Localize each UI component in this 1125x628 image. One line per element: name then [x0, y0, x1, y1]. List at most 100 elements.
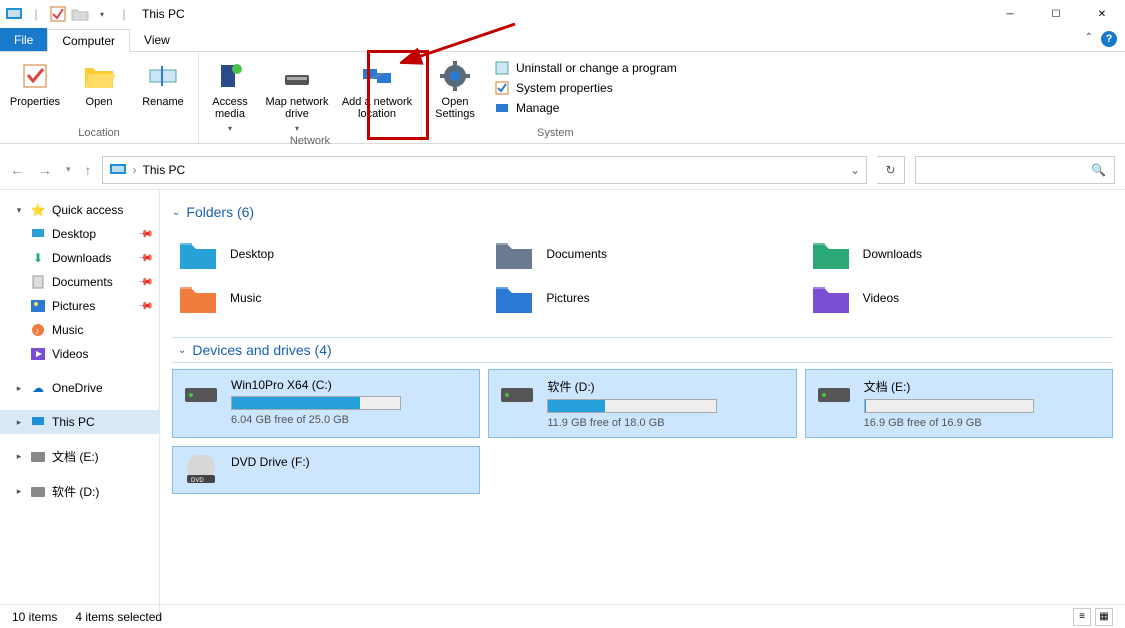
folder-label: Pictures [546, 291, 589, 305]
sidebar-item-documents[interactable]: Documents📌 [0, 270, 159, 294]
drive-name: 软件 (D:) [547, 378, 787, 395]
folder-icon [494, 237, 534, 271]
chevron-down-icon[interactable]: ▾ [14, 205, 24, 216]
drive-item[interactable]: 文档 (E:) 16.9 GB free of 16.9 GB [805, 369, 1113, 438]
drive-usage-bar [231, 396, 401, 410]
minimize-button[interactable]: ─ [987, 0, 1033, 28]
close-button[interactable]: ✕ [1079, 0, 1125, 28]
drive-free-label: 6.04 GB free of 25.0 GB [231, 414, 471, 426]
folders-header[interactable]: ⌄ Folders (6) [172, 198, 1113, 227]
add-location-button[interactable]: Add a network location [339, 56, 415, 133]
download-icon: ⬇ [30, 250, 46, 266]
properties-label: Properties [10, 96, 60, 108]
uninstall-link[interactable]: Uninstall or change a program [494, 60, 677, 76]
open-settings-button[interactable]: Open Settings [428, 56, 482, 125]
folder-label: Downloads [863, 247, 922, 261]
drive-icon: DVD [181, 455, 221, 485]
access-media-icon [214, 60, 246, 92]
system-group-label: System [428, 125, 683, 141]
properties-button[interactable]: Properties [6, 56, 64, 125]
manage-link[interactable]: Manage [494, 100, 677, 116]
network-group-label: Network [205, 133, 415, 149]
drive-name: Win10Pro X64 (C:) [231, 378, 471, 392]
map-drive-button[interactable]: Map network drive ▾ [261, 56, 333, 133]
sidebar-item-music[interactable]: ♪Music [0, 318, 159, 342]
drive-free-label: 11.9 GB free of 18.0 GB [547, 417, 787, 429]
sidebar-item-pictures[interactable]: Pictures📌 [0, 294, 159, 318]
open-settings-label: Open Settings [428, 96, 482, 120]
sidebar-item-desktop[interactable]: Desktop📌 [0, 222, 159, 246]
refresh-button[interactable]: ↻ [877, 156, 905, 184]
folder-item[interactable]: Music [178, 281, 474, 315]
ribbon-tabs: File Computer View ⌃ ? [0, 28, 1125, 52]
forward-button[interactable]: → [38, 162, 52, 178]
location-group-label: Location [6, 125, 192, 141]
sidebar-item-videos[interactable]: Videos [0, 342, 159, 366]
pin-icon: 📌 [136, 274, 153, 291]
address-bar[interactable]: › This PC ⌄ [102, 156, 867, 184]
qat-folder-icon[interactable] [70, 4, 90, 24]
music-icon: ♪ [30, 322, 46, 338]
chevron-right-icon[interactable]: ▸ [14, 451, 24, 462]
system-links: Uninstall or change a program System pro… [488, 56, 683, 125]
drive-item[interactable]: 软件 (D:) 11.9 GB free of 18.0 GB [488, 369, 796, 438]
cloud-icon: ☁ [30, 380, 46, 396]
sidebar-item-downloads[interactable]: ⬇Downloads📌 [0, 246, 159, 270]
pin-icon: 📌 [136, 250, 153, 267]
recent-dropdown[interactable]: ▾ [66, 164, 71, 175]
folder-item[interactable]: Desktop [178, 237, 474, 271]
drive-name: 文档 (E:) [864, 378, 1104, 395]
drive-item[interactable]: Win10Pro X64 (C:) 6.04 GB free of 25.0 GB [172, 369, 480, 438]
open-label: Open [86, 96, 113, 108]
rename-button[interactable]: Rename [134, 56, 192, 125]
folder-icon [178, 237, 218, 271]
access-media-button[interactable]: Access media ▾ [205, 56, 255, 133]
drive-item[interactable]: DVDDVD Drive (F:) [172, 446, 480, 494]
sidebar-this-pc[interactable]: ▸This PC [0, 410, 159, 434]
chevron-right-icon[interactable]: ▸ [14, 486, 24, 497]
folder-item[interactable]: Documents [494, 237, 790, 271]
back-button[interactable]: ← [10, 162, 24, 178]
ribbon-group-location: Properties Open Rename Location [0, 52, 199, 143]
map-drive-icon [281, 60, 313, 92]
sidebar-onedrive[interactable]: ▸☁OneDrive [0, 376, 159, 400]
breadcrumb[interactable]: This PC [143, 163, 186, 177]
maximize-button[interactable]: ☐ [1033, 0, 1079, 28]
qat-dropdown-icon[interactable]: ▾ [92, 4, 112, 24]
search-input[interactable]: 🔍 [915, 156, 1115, 184]
drive-free-label: 16.9 GB free of 16.9 GB [864, 417, 1104, 429]
star-icon: ⭐ [30, 202, 46, 218]
breadcrumb-sep: › [133, 163, 137, 177]
system-properties-link[interactable]: System properties [494, 80, 677, 96]
up-button[interactable]: ↑ [85, 162, 92, 178]
sidebar-drive-d[interactable]: ▸软件 (D:) [0, 479, 159, 504]
add-location-icon [361, 60, 393, 92]
open-folder-icon [83, 60, 115, 92]
address-dropdown-icon[interactable]: ⌄ [850, 163, 860, 177]
ribbon-collapse-icon[interactable]: ⌃ [1085, 32, 1093, 43]
view-details-button[interactable]: ≡ [1073, 608, 1091, 626]
drives-header[interactable]: ⌄ Devices and drives (4) [172, 337, 1113, 363]
chevron-right-icon[interactable]: ▸ [14, 383, 24, 394]
dropdown-icon: ▾ [295, 124, 299, 133]
chevron-right-icon[interactable]: ▸ [14, 417, 24, 428]
view-icons-button[interactable]: ▦ [1095, 608, 1113, 626]
tab-view[interactable]: View [130, 28, 184, 51]
qat-check-icon[interactable] [48, 4, 68, 24]
folder-item[interactable]: Videos [811, 281, 1107, 315]
access-media-label: Access media [205, 96, 255, 120]
folder-item[interactable]: Pictures [494, 281, 790, 315]
content-area: ⌄ Folders (6) Desktop Documents Downloads M… [160, 190, 1125, 620]
drive-icon [30, 449, 46, 465]
help-icon[interactable]: ? [1101, 31, 1117, 47]
map-drive-label: Map network drive [261, 96, 333, 120]
tab-computer[interactable]: Computer [47, 29, 130, 52]
sidebar-drive-e[interactable]: ▸文档 (E:) [0, 444, 159, 469]
sidebar-quick-access[interactable]: ▾ ⭐ Quick access [0, 198, 159, 222]
chevron-down-icon: ⌄ [172, 207, 180, 218]
folder-item[interactable]: Downloads [811, 237, 1107, 271]
dropdown-icon: ▾ [228, 124, 232, 133]
add-location-label: Add a network location [339, 96, 415, 120]
open-button[interactable]: Open [70, 56, 128, 125]
tab-file[interactable]: File [0, 28, 47, 51]
